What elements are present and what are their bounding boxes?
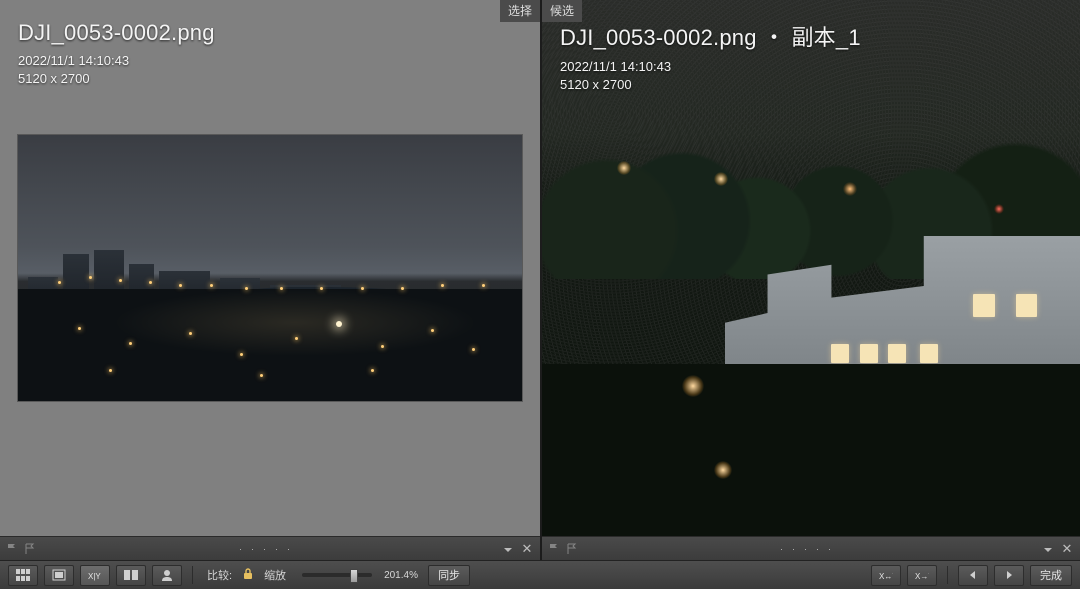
flag-reject-icon[interactable] <box>24 543 36 555</box>
select-image <box>18 135 522 401</box>
svg-text:X↔Y: X↔Y <box>879 572 893 581</box>
candidate-pane-info: DJI_0053-0002.png ・ 副本_1 2022/11/1 14:10… <box>560 20 861 94</box>
candidate-timestamp: 2022/11/1 14:10:43 <box>560 58 861 76</box>
select-pane-info: DJI_0053-0002.png 2022/11/1 14:10:43 512… <box>18 20 215 88</box>
close-pane-icon[interactable]: ✕ <box>520 542 534 556</box>
zoom-label: 缩放 <box>264 567 286 583</box>
select-pane-strip: ····· ✕ <box>0 536 540 560</box>
chevron-down-icon[interactable] <box>502 543 514 555</box>
svg-text:X→Y: X→Y <box>915 572 929 581</box>
zoom-value: 201.4% <box>384 570 422 581</box>
flag-reject-icon[interactable] <box>566 543 578 555</box>
rating-dots[interactable]: ····· <box>584 544 1036 554</box>
prev-button[interactable] <box>958 565 988 586</box>
candidate-pane-strip: ····· ✕ <box>542 536 1080 560</box>
svg-text:X|Y: X|Y <box>88 572 101 581</box>
candidate-pane-tag[interactable]: 候选 <box>542 0 582 22</box>
rating-dots[interactable]: ····· <box>42 544 496 554</box>
select-timestamp: 2022/11/1 14:10:43 <box>18 52 215 70</box>
bottom-toolbar: X|Y 比较: 缩放 201.4% 同步 X↔Y X→Y 完成 <box>0 560 1080 589</box>
flag-pick-icon[interactable] <box>548 543 560 555</box>
sync-button[interactable]: 同步 <box>428 565 470 586</box>
next-button[interactable] <box>994 565 1024 586</box>
select-filename: DJI_0053-0002.png <box>18 20 215 46</box>
make-select-button[interactable]: X→Y <box>907 565 937 586</box>
candidate-dimensions: 5120 x 2700 <box>560 76 861 94</box>
select-pane-tag[interactable]: 选择 <box>500 0 540 22</box>
grid-view-button[interactable] <box>8 565 38 586</box>
survey-view-button[interactable] <box>116 565 146 586</box>
done-button[interactable]: 完成 <box>1030 565 1072 586</box>
select-pane: 选择 DJI_0053-0002.png 2022/11/1 14:10:43 … <box>0 0 542 560</box>
compare-view: 选择 DJI_0053-0002.png 2022/11/1 14:10:43 … <box>0 0 1080 560</box>
candidate-pane: 候选 DJI_0053-0002.png ・ 副本_1 2022/11/1 14… <box>542 0 1080 560</box>
select-dimensions: 5120 x 2700 <box>18 70 215 88</box>
lock-icon[interactable] <box>242 568 254 583</box>
candidate-filename: DJI_0053-0002.png ・ 副本_1 <box>560 20 861 52</box>
swap-button[interactable]: X↔Y <box>871 565 901 586</box>
close-pane-icon[interactable]: ✕ <box>1060 542 1074 556</box>
zoom-slider[interactable] <box>302 573 372 577</box>
loupe-view-button[interactable] <box>44 565 74 586</box>
compare-view-button[interactable]: X|Y <box>80 565 110 586</box>
flag-pick-icon[interactable] <box>6 543 18 555</box>
chevron-down-icon[interactable] <box>1042 543 1054 555</box>
compare-label: 比较: <box>207 567 232 583</box>
people-view-button[interactable] <box>152 565 182 586</box>
